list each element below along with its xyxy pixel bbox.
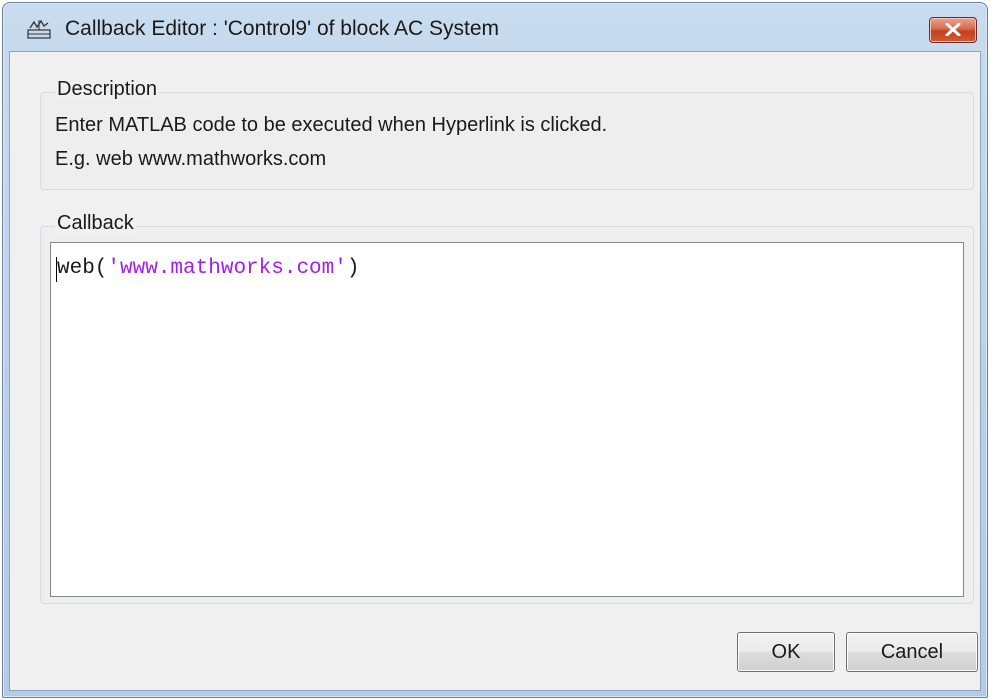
window-title: Callback Editor : 'Control9' of block AC… [65,17,500,40]
cancel-button[interactable]: Cancel [846,632,978,672]
ok-button[interactable]: OK [737,632,835,672]
description-group: Description Enter MATLAB code to be exec… [40,78,974,190]
callback-group: Callback web('www.mathworks.com') [40,212,974,604]
code-close-paren: ) [346,257,360,280]
callback-code-editor[interactable]: web('www.mathworks.com') [50,242,964,597]
code-string-literal: 'www.mathworks.com' [107,257,347,280]
close-button[interactable] [929,17,977,43]
simulink-block-icon [27,19,51,39]
close-icon [945,23,961,36]
code-line: web('www.mathworks.com') [57,257,359,280]
callback-editor-dialog: Callback Editor : 'Control9' of block AC… [2,2,988,698]
callback-group-label: Callback [55,212,136,235]
description-text: Enter MATLAB code to be executed when Hy… [55,114,608,136]
title-bar[interactable]: Callback Editor : 'Control9' of block AC… [3,3,987,51]
dialog-body: Description Enter MATLAB code to be exec… [9,51,981,691]
code-function: web( [57,257,108,280]
text-caret [56,257,57,282]
description-example: E.g. web www.mathworks.com [55,148,327,170]
description-group-label: Description [55,78,160,101]
